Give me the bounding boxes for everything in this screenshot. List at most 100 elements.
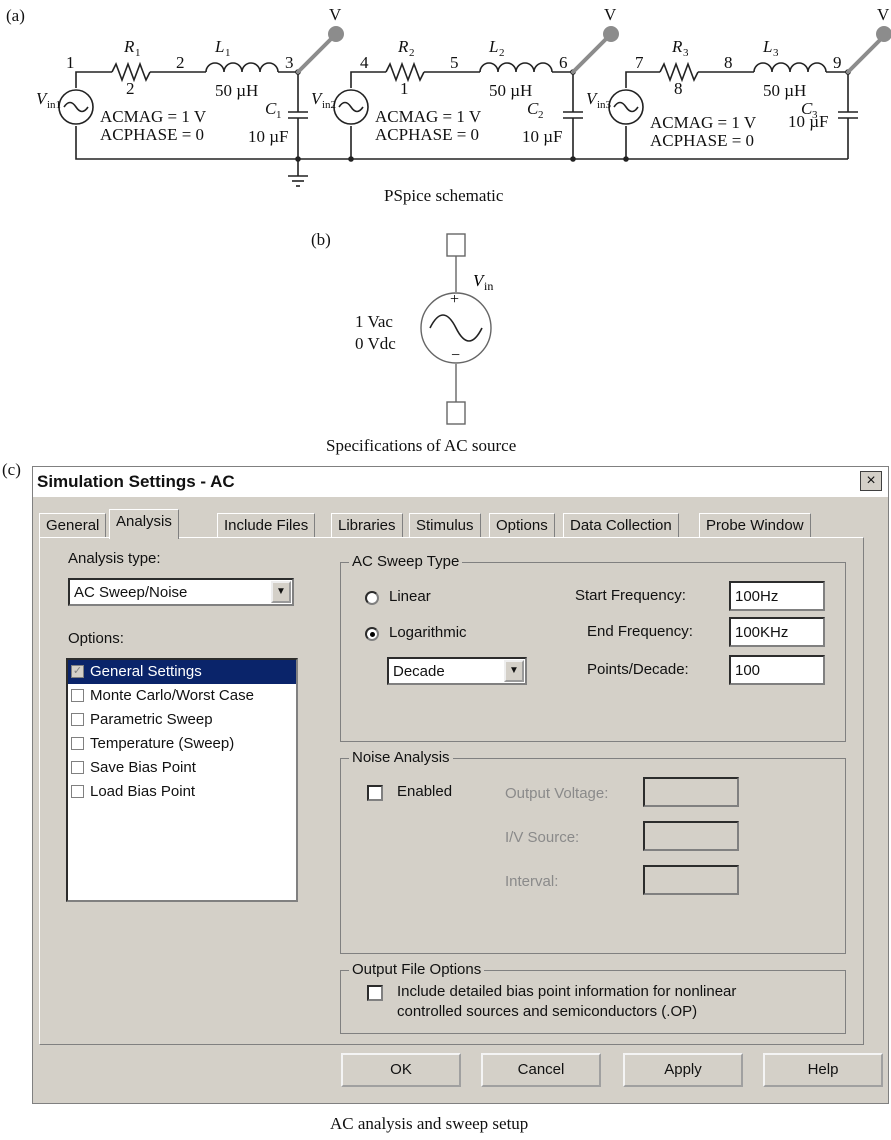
tab-strip: General Analysis Include Files Libraries… <box>39 509 858 539</box>
points-per-decade-label: Points/Decade: <box>587 661 689 678</box>
svg-text:−: − <box>451 347 460 364</box>
end-frequency-label: End Frequency: <box>587 623 693 640</box>
svg-text:4: 4 <box>360 53 369 72</box>
svg-text:50 µH: 50 µH <box>215 81 258 100</box>
output-voltage-input[interactable] <box>643 777 739 807</box>
svg-text:ACPHASE = 0: ACPHASE = 0 <box>100 125 204 144</box>
svg-text:10 µF: 10 µF <box>788 112 829 131</box>
tab-data-collection[interactable]: Data Collection <box>563 513 679 537</box>
analysis-type-value: AC Sweep/Noise <box>74 584 188 601</box>
cancel-button[interactable]: Cancel <box>481 1053 601 1087</box>
analysis-type-label: Analysis type: <box>68 550 161 567</box>
setup-caption: AC analysis and sweep setup <box>330 1114 529 1133</box>
ac-sweep-type-group: AC Sweep Type Linear Logarithmic Decade … <box>340 553 846 742</box>
svg-text:2: 2 <box>499 47 505 59</box>
logarithmic-label: Logarithmic <box>389 624 467 641</box>
log-scale-select[interactable]: Decade ▼ <box>387 657 527 685</box>
tab-options[interactable]: Options <box>489 513 555 537</box>
svg-text:2: 2 <box>126 79 135 98</box>
probe-label-3: V <box>877 5 890 24</box>
checkbox-icon[interactable]: ✓ <box>71 665 84 678</box>
tab-libraries[interactable]: Libraries <box>331 513 403 537</box>
svg-text:ACMAG = 1 V: ACMAG = 1 V <box>100 107 207 126</box>
svg-text:1: 1 <box>276 109 282 121</box>
bias-point-checkbox[interactable] <box>367 985 383 1001</box>
schematic-caption: PSpice schematic <box>384 186 504 205</box>
svg-text:50 µH: 50 µH <box>763 81 806 100</box>
analysis-panel: Analysis type: AC Sweep/Noise ▼ Options:… <box>39 537 864 1045</box>
svg-text:in1: in1 <box>47 99 61 111</box>
svg-text:10 µF: 10 µF <box>522 127 563 146</box>
tab-general[interactable]: General <box>39 513 107 537</box>
noise-analysis-title: Noise Analysis <box>349 749 453 766</box>
tab-analysis[interactable]: Analysis <box>109 509 179 539</box>
interval-input[interactable] <box>643 865 739 895</box>
noise-analysis-group: Noise Analysis Enabled Output Voltage: I… <box>340 749 846 954</box>
svg-text:7: 7 <box>635 53 644 72</box>
svg-text:8: 8 <box>674 79 683 98</box>
option-general-settings[interactable]: ✓ General Settings <box>68 660 296 684</box>
ok-button[interactable]: OK <box>341 1053 461 1087</box>
chevron-down-icon[interactable]: ▼ <box>271 581 291 603</box>
checkbox-icon[interactable] <box>71 689 84 702</box>
points-per-decade-input[interactable]: 100 <box>729 655 825 685</box>
dc-value: 0 Vdc <box>355 334 396 353</box>
option-monte-carlo[interactable]: Monte Carlo/Worst Case <box>68 684 296 708</box>
svg-text:in3: in3 <box>597 99 612 111</box>
end-frequency-input[interactable]: 100KHz <box>729 617 825 647</box>
ac-value: 1 Vac <box>355 312 393 331</box>
tab-stimulus[interactable]: Stimulus <box>409 513 481 537</box>
checkbox-icon[interactable] <box>71 737 84 750</box>
option-save-bias-point[interactable]: Save Bias Point <box>68 756 296 780</box>
svg-text:2: 2 <box>176 53 185 72</box>
ac-sweep-type-title: AC Sweep Type <box>349 553 463 570</box>
start-frequency-label: Start Frequency: <box>575 587 686 604</box>
pspice-schematic: V V V 1 2 3 R1 2 L1 50 µH C1 10 µF Vin1 … <box>36 5 891 187</box>
svg-text:50 µH: 50 µH <box>489 81 532 100</box>
output-file-options-title: Output File Options <box>349 961 485 978</box>
svg-text:ACMAG = 1 V: ACMAG = 1 V <box>650 113 757 132</box>
checkbox-icon[interactable] <box>71 713 84 726</box>
help-button[interactable]: Help <box>763 1053 883 1087</box>
source-caption: Specifications of AC source <box>326 436 517 455</box>
simulation-settings-dialog: Simulation Settings - AC × General Analy… <box>32 466 889 1104</box>
svg-text:8: 8 <box>724 53 733 72</box>
bias-point-label-line2: controlled sources and semiconductors (.… <box>397 1003 698 1020</box>
part-label-c: (c) <box>2 460 21 479</box>
svg-text:2: 2 <box>409 47 415 59</box>
option-parametric-sweep[interactable]: Parametric Sweep <box>68 708 296 732</box>
bias-point-label-line1: Include detailed bias point information … <box>397 983 737 1000</box>
logarithmic-radio[interactable] <box>365 627 379 641</box>
option-load-bias-point[interactable]: Load Bias Point <box>68 780 296 804</box>
svg-text:L: L <box>488 37 498 56</box>
tab-probe-window[interactable]: Probe Window <box>699 513 811 537</box>
linear-radio[interactable] <box>365 591 379 605</box>
options-list[interactable]: ✓ General Settings Monte Carlo/Worst Case… <box>66 658 298 902</box>
noise-enabled-label: Enabled <box>397 783 453 800</box>
analysis-type-select[interactable]: AC Sweep/Noise ▼ <box>68 578 294 606</box>
option-temperature-sweep[interactable]: Temperature (Sweep) <box>68 732 296 756</box>
svg-text:in2: in2 <box>322 99 336 111</box>
svg-text:L: L <box>214 37 224 56</box>
svg-text:9: 9 <box>833 53 842 72</box>
start-frequency-input[interactable]: 100Hz <box>729 581 825 611</box>
noise-enabled-checkbox[interactable] <box>367 785 383 801</box>
chevron-down-icon[interactable]: ▼ <box>504 660 524 682</box>
svg-text:2: 2 <box>538 109 544 121</box>
output-file-options-group: Output File Options Include detailed bia… <box>340 961 846 1034</box>
svg-text:5: 5 <box>450 53 459 72</box>
svg-text:in: in <box>484 279 493 293</box>
close-button[interactable]: × <box>860 471 882 491</box>
apply-button[interactable]: Apply <box>623 1053 743 1087</box>
checkbox-icon[interactable] <box>71 761 84 774</box>
interval-label: Interval: <box>505 873 559 890</box>
output-voltage-label: Output Voltage: <box>505 785 609 802</box>
svg-text:3: 3 <box>683 47 689 59</box>
tab-include-files[interactable]: Include Files <box>217 513 316 537</box>
iv-source-input[interactable] <box>643 821 739 851</box>
iv-source-label: I/V Source: <box>505 829 580 846</box>
log-scale-value: Decade <box>393 663 445 680</box>
probe-label-2: V <box>604 5 617 24</box>
checkbox-icon[interactable] <box>71 785 84 798</box>
svg-text:1: 1 <box>400 79 409 98</box>
